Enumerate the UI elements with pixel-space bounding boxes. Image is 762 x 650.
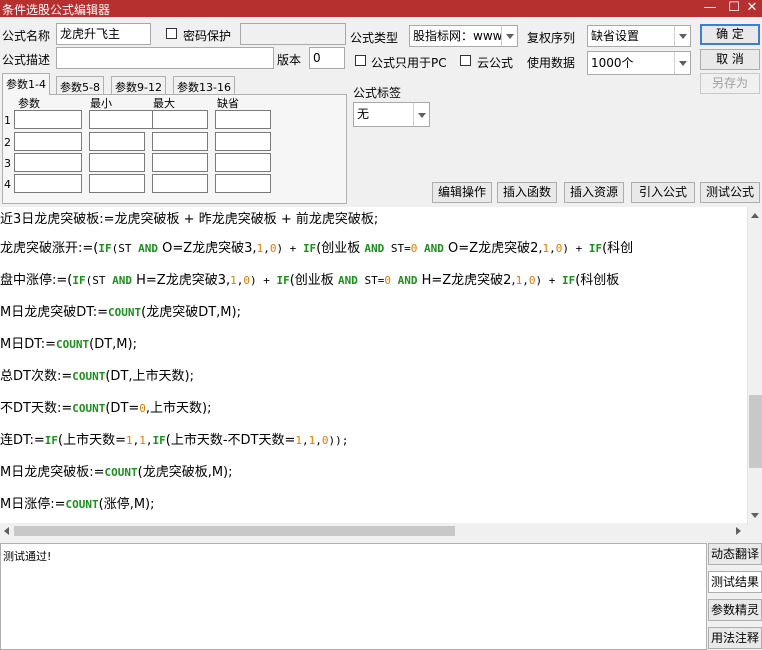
formula-type-label: 公式类型 [350,31,399,45]
chevron-down-icon[interactable] [413,103,429,126]
code-line: 连DT:=IF(上市天数=1,1,IF(上市天数-不DT天数=1,1,0)); [0,433,349,448]
formula-type-select[interactable]: 股指标网：www [409,25,518,47]
scroll-right-icon[interactable] [736,527,741,535]
horizontal-scrollbar[interactable] [0,523,747,539]
formula-type-value: 股指标网：www [413,29,503,43]
code-line: M日涨停:=COUNT(涨停,M); [0,497,155,512]
password-label: 密码保护 [183,29,232,43]
restore-icon[interactable]: ☐ [724,0,744,17]
test-formula-button[interactable]: 测试公式 [700,182,760,203]
param-header-max: 最大 [153,97,175,110]
close-icon[interactable]: ✕ [742,0,762,17]
ok-button[interactable]: 确 定 [700,24,760,45]
formula-name-input[interactable]: 龙虎升飞主 [56,23,151,45]
scroll-left-icon[interactable] [4,527,9,535]
pc-only-checkbox[interactable] [355,55,366,66]
chevron-down-icon[interactable] [674,26,690,46]
param-1-default[interactable] [215,110,271,129]
usage-notes-button[interactable]: 用法注释 [708,627,762,649]
minimize-icon[interactable]: — [700,0,720,17]
code-editor[interactable]: 近3日龙虎突破板:=龙虎突破板 + 昨龙虎突破板 + 前龙虎突破板; 龙虎突破涨… [0,207,762,525]
fq-label: 复权序列 [527,31,576,45]
param-2-max[interactable] [152,132,208,151]
test-output-panel: 测试通过! [0,543,707,650]
import-formula-button[interactable]: 引入公式 [631,182,695,203]
test-output-text: 测试通过! [3,550,52,563]
param-row-number: 4 [4,178,11,191]
data-label: 使用数据 [527,56,576,70]
param-3-max[interactable] [152,153,208,172]
code-line: 龙虎突破涨开:=(IF(ST AND O=Z龙虎突破3,1,0) + IF(创业… [0,241,634,256]
insert-function-button[interactable]: 插入函数 [497,182,557,203]
code-line: M日龙虎突破DT:=COUNT(龙虎突破DT,M); [0,305,241,320]
tab-params-9-12[interactable]: 参数9-12 [111,76,166,94]
formula-desc-input[interactable] [56,47,274,69]
param-row-number: 3 [4,157,11,170]
code-line: 总DT次数:=COUNT(DT,上市天数); [0,369,194,384]
param-wizard-button[interactable]: 参数精灵 [708,599,762,621]
formula-tag-select[interactable]: 无 [353,102,430,127]
param-4-name[interactable] [14,174,82,193]
code-line: M日DT:=COUNT(DT,M); [0,337,137,352]
test-result-button[interactable]: 测试结果 [708,571,762,593]
code-line: 近3日龙虎突破板:=龙虎突破板 + 昨龙虎突破板 + 前龙虎突破板; [0,212,379,227]
param-1-name[interactable] [14,110,82,129]
chevron-down-icon[interactable] [501,26,517,46]
vertical-scroll-thumb[interactable] [749,395,762,468]
horizontal-scroll-thumb[interactable] [14,526,455,536]
pc-only-label: 公式只用于PC [371,56,447,70]
password-input[interactable] [240,23,346,45]
cloud-formula-checkbox[interactable] [460,55,471,66]
edit-ops-button[interactable]: 编辑操作 [432,182,492,203]
fq-value: 缺省设置 [591,29,640,43]
save-as-button[interactable]: 另存为 [700,73,760,94]
param-header-min: 最小 [90,97,112,110]
param-row-number: 2 [4,136,11,149]
param-3-min[interactable] [89,153,145,172]
param-4-default[interactable] [215,174,271,193]
scroll-up-icon[interactable] [751,213,759,218]
password-checkbox[interactable] [166,28,177,39]
title-bar: 条件选股公式编辑器 — ☐ ✕ [0,0,762,17]
param-2-name[interactable] [14,132,82,151]
param-4-max[interactable] [152,174,208,193]
tab-params-13-16[interactable]: 参数13-16 [173,76,235,94]
code-line: 盘中涨停:=(IF(ST AND H=Z龙虎突破3,1,0) + IF(创业板 … [0,273,620,288]
code-line: M日龙虎突破板:=COUNT(龙虎突破板,M); [0,465,233,480]
cancel-button[interactable]: 取 消 [700,49,760,70]
version-input[interactable]: 0 [309,47,345,69]
scroll-down-icon[interactable] [751,513,759,518]
param-3-name[interactable] [14,153,82,172]
param-4-min[interactable] [89,174,145,193]
insert-resource-button[interactable]: 插入资源 [564,182,624,203]
tab-params-5-8[interactable]: 参数5-8 [56,76,104,94]
window-title: 条件选股公式编辑器 [2,3,111,17]
formula-tag-value: 无 [357,107,370,121]
param-row-number: 1 [4,114,11,127]
param-header-name: 参数 [18,97,40,110]
param-2-min[interactable] [89,132,145,151]
data-count-select[interactable]: 1000个 [587,51,691,75]
vertical-scrollbar[interactable] [747,207,762,525]
formula-tag-label: 公式标签 [353,86,402,100]
dynamic-translate-button[interactable]: 动态翻译 [708,543,762,565]
version-label: 版本 [277,53,302,67]
param-1-max[interactable] [152,110,208,129]
data-count-value: 1000个 [591,56,634,70]
fq-select[interactable]: 缺省设置 [587,25,691,47]
param-1-min[interactable] [89,110,157,129]
param-header-default: 缺省 [217,97,239,110]
formula-desc-label: 公式描述 [2,53,51,67]
cloud-formula-label: 云公式 [477,56,514,70]
chevron-down-icon[interactable] [674,52,690,74]
param-3-default[interactable] [215,153,271,172]
code-line: 不DT天数:=COUNT(DT=0,上市天数); [0,401,212,416]
formula-name-label: 公式名称 [2,29,51,43]
tab-params-1-4[interactable]: 参数1-4 [2,73,50,95]
param-2-default[interactable] [215,132,271,151]
